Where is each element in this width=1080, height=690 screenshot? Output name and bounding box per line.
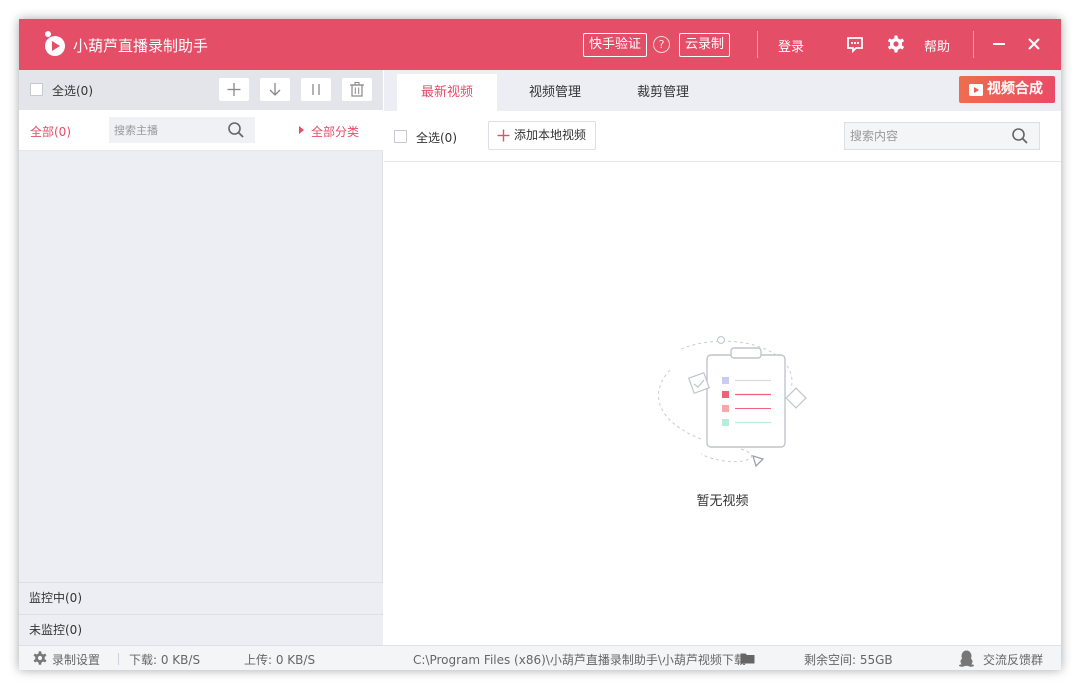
minimize-icon[interactable]	[989, 34, 1009, 54]
download-button[interactable]	[260, 78, 290, 101]
record-settings-button[interactable]: 录制设置	[52, 651, 100, 668]
tab-latest-videos[interactable]: 最新视频	[397, 74, 497, 111]
empty-clipboard-illustration	[658, 335, 807, 468]
free-space: 剩余空间: 55GB	[804, 653, 893, 667]
status-bar: 录制设置 下载: 0 KB/S 上传: 0 KB/S C:\Program Fi…	[19, 645, 1061, 670]
search-icon[interactable]	[1011, 127, 1029, 145]
title-separator	[757, 31, 758, 58]
tab-video-management[interactable]: 视频管理	[505, 74, 605, 111]
search-icon[interactable]	[227, 121, 245, 139]
title-separator	[973, 31, 974, 58]
video-select-all-checkbox[interactable]	[394, 130, 407, 143]
upload-speed: 上传: 0 KB/S	[244, 653, 316, 667]
tab-crop-management[interactable]: 裁剪管理	[613, 74, 713, 111]
save-path[interactable]: C:\Program Files (x86)\小葫芦直播录制助手\小葫芦视频下载	[413, 651, 746, 668]
download-speed: 下载: 0 KB/S	[129, 653, 201, 667]
add-local-video-button[interactable]: 添加本地视频	[488, 121, 596, 150]
kuaishou-verify-button[interactable]: 快手验证	[583, 33, 648, 57]
streamer-filter-row: 全部(0) 全部分类	[19, 110, 383, 151]
help-button[interactable]: 帮助	[924, 36, 950, 55]
close-icon[interactable]	[1024, 34, 1044, 54]
trash-icon	[350, 82, 364, 97]
login-button[interactable]: 登录	[778, 36, 804, 55]
message-icon[interactable]	[845, 34, 865, 54]
not-monitoring-section[interactable]: 未监控(0)	[19, 614, 383, 645]
gear-icon[interactable]	[886, 34, 906, 54]
plus-icon	[497, 129, 510, 142]
select-all-label: 全选(0)	[52, 84, 93, 98]
video-select-all-label: 全选(0)	[416, 131, 457, 145]
gear-icon[interactable]	[32, 650, 48, 666]
pause-button[interactable]	[301, 78, 331, 101]
cloud-record-button[interactable]: 云录制	[679, 33, 731, 57]
arrow-down-icon	[269, 83, 281, 96]
help-circle-icon[interactable]: ?	[653, 36, 670, 53]
title-bar[interactable]: 小葫芦直播录制助手 快手验证 ? 云录制 登录 帮助	[19, 19, 1061, 70]
filter-all-tab[interactable]: 全部(0)	[30, 123, 71, 140]
tab-bar: 最新视频 视频管理 裁剪管理 视频合成	[384, 70, 1061, 111]
caret-right-icon	[299, 126, 304, 134]
status-separator	[118, 653, 119, 665]
video-icon	[969, 84, 983, 96]
add-local-video-label: 添加本地视频	[514, 128, 587, 142]
streamer-panel: 全选(0) 全部(0) 全部分类 监控中(0) 未监控(0)	[19, 70, 383, 645]
penguin-icon	[959, 650, 974, 667]
empty-state-text: 暂无视频	[696, 494, 749, 509]
video-action-row: 全选(0) 添加本地视频	[384, 111, 1061, 162]
video-panel: 最新视频 视频管理 裁剪管理 视频合成 全选(0) 添加本地视频 搜索内容 暂无…	[384, 70, 1061, 645]
video-merge-label: 视频合成	[987, 81, 1043, 97]
folder-icon[interactable]	[740, 652, 755, 664]
delete-button[interactable]	[342, 78, 372, 101]
feedback-group-link[interactable]: 交流反馈群	[983, 651, 1043, 668]
select-all-checkbox[interactable]	[30, 83, 43, 96]
monitoring-section[interactable]: 监控中(0)	[19, 582, 383, 613]
pause-icon	[312, 84, 320, 95]
app-window: 小葫芦直播录制助手 快手验证 ? 云录制 登录 帮助 全选(0) 全部(0) 搜…	[19, 19, 1061, 670]
all-category-dropdown[interactable]: 全部分类	[311, 123, 359, 140]
streamer-toolbar: 全选(0)	[19, 70, 383, 110]
plus-icon	[227, 83, 241, 96]
video-merge-button[interactable]: 视频合成	[959, 76, 1055, 103]
app-title: 小葫芦直播录制助手	[73, 37, 209, 55]
logo-icon	[45, 31, 65, 56]
add-streamer-button[interactable]	[219, 78, 249, 101]
